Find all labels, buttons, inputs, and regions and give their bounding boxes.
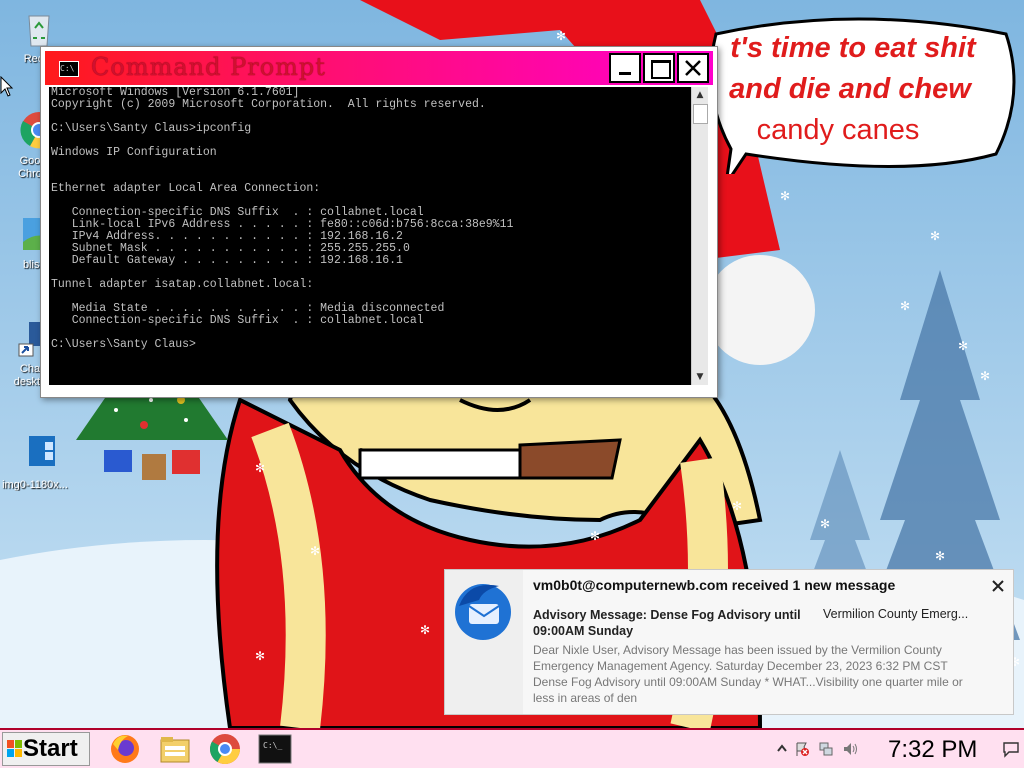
svg-text:✻: ✻ bbox=[780, 189, 790, 203]
image-file-icon bbox=[29, 436, 75, 466]
svg-text:✻: ✻ bbox=[930, 229, 940, 243]
notification-icon-area bbox=[445, 570, 523, 714]
svg-text:✻: ✻ bbox=[255, 649, 265, 663]
speech-line-3: candy canes bbox=[756, 114, 920, 146]
notification-center-icon[interactable] bbox=[1002, 740, 1020, 758]
close-icon bbox=[685, 60, 701, 76]
volume-icon[interactable] bbox=[842, 741, 858, 757]
new-mail-notification[interactable]: vm0b0t@computernewb.com received 1 new m… bbox=[444, 569, 1014, 715]
command-prompt-icon[interactable]: C:\_ bbox=[258, 732, 292, 766]
chrome-icon[interactable] bbox=[208, 732, 242, 766]
command-prompt-window[interactable]: C:\ Command Prompt Microsoft Windows [Ve… bbox=[40, 46, 718, 398]
windows-logo-icon bbox=[7, 740, 22, 757]
notification-sender: Vermilion County Emerg... bbox=[823, 607, 969, 621]
svg-text:✻: ✻ bbox=[980, 369, 990, 383]
file-explorer-icon[interactable] bbox=[158, 732, 192, 766]
window-title: Command Prompt bbox=[91, 53, 326, 81]
show-hidden-icons-chevron[interactable] bbox=[774, 741, 790, 757]
svg-text:✻: ✻ bbox=[590, 529, 600, 543]
taskbar-clock[interactable]: 7:32 PM bbox=[888, 736, 977, 764]
console-output-area[interactable]: Microsoft Windows [Version 6.1.7601] Cop… bbox=[49, 87, 691, 385]
start-button[interactable]: Start bbox=[2, 732, 90, 766]
svg-text:✻: ✻ bbox=[958, 339, 968, 353]
minimize-button[interactable] bbox=[609, 53, 641, 83]
command-prompt-icon: C:\ bbox=[59, 61, 79, 77]
svg-text:✻: ✻ bbox=[900, 299, 910, 313]
scrollbar-thumb[interactable] bbox=[693, 104, 708, 124]
scroll-down-arrow-icon[interactable]: ▼ bbox=[692, 369, 708, 385]
notification-title: vm0b0t@computernewb.com received 1 new m… bbox=[533, 577, 896, 593]
taskbar: Start C:\_ 7:32 PM bbox=[0, 728, 1024, 768]
svg-text:✻: ✻ bbox=[310, 544, 320, 558]
svg-text:✻: ✻ bbox=[820, 517, 830, 531]
vertical-scrollbar[interactable]: ▲ ▼ bbox=[691, 87, 708, 385]
svg-text:C:\_: C:\_ bbox=[263, 741, 282, 750]
start-label: Start bbox=[23, 735, 78, 762]
speech-line-2: and die and chew bbox=[729, 73, 971, 105]
svg-text:✻: ✻ bbox=[556, 29, 566, 43]
svg-text:✻: ✻ bbox=[255, 461, 265, 475]
svg-text:✻: ✻ bbox=[732, 499, 742, 513]
console-text: Microsoft Windows [Version 6.1.7601] Cop… bbox=[51, 87, 514, 351]
close-button[interactable] bbox=[677, 53, 709, 83]
notification-preview: Dear Nixle User, Advisory Message has be… bbox=[533, 643, 963, 705]
maximize-button[interactable] bbox=[643, 53, 675, 83]
scroll-up-arrow-icon[interactable]: ▲ bbox=[692, 87, 708, 103]
system-tray: 7:32 PM bbox=[770, 732, 1024, 766]
recycle-bin-icon bbox=[28, 15, 50, 47]
svg-text:✻: ✻ bbox=[420, 623, 430, 637]
speech-line-1: t's time to eat shit bbox=[730, 32, 976, 64]
firefox-icon[interactable] bbox=[108, 732, 142, 766]
window-titlebar[interactable]: C:\ Command Prompt bbox=[45, 51, 713, 85]
thunderbird-icon bbox=[455, 584, 511, 640]
notification-subject: Advisory Message: Dense Fog Advisory unt… bbox=[533, 608, 801, 638]
action-center-flag-icon[interactable] bbox=[794, 741, 810, 757]
network-icon[interactable] bbox=[818, 741, 834, 757]
svg-text:✻: ✻ bbox=[935, 549, 945, 563]
close-notification-icon[interactable] bbox=[989, 577, 1007, 595]
mouse-pointer-icon bbox=[0, 76, 14, 97]
